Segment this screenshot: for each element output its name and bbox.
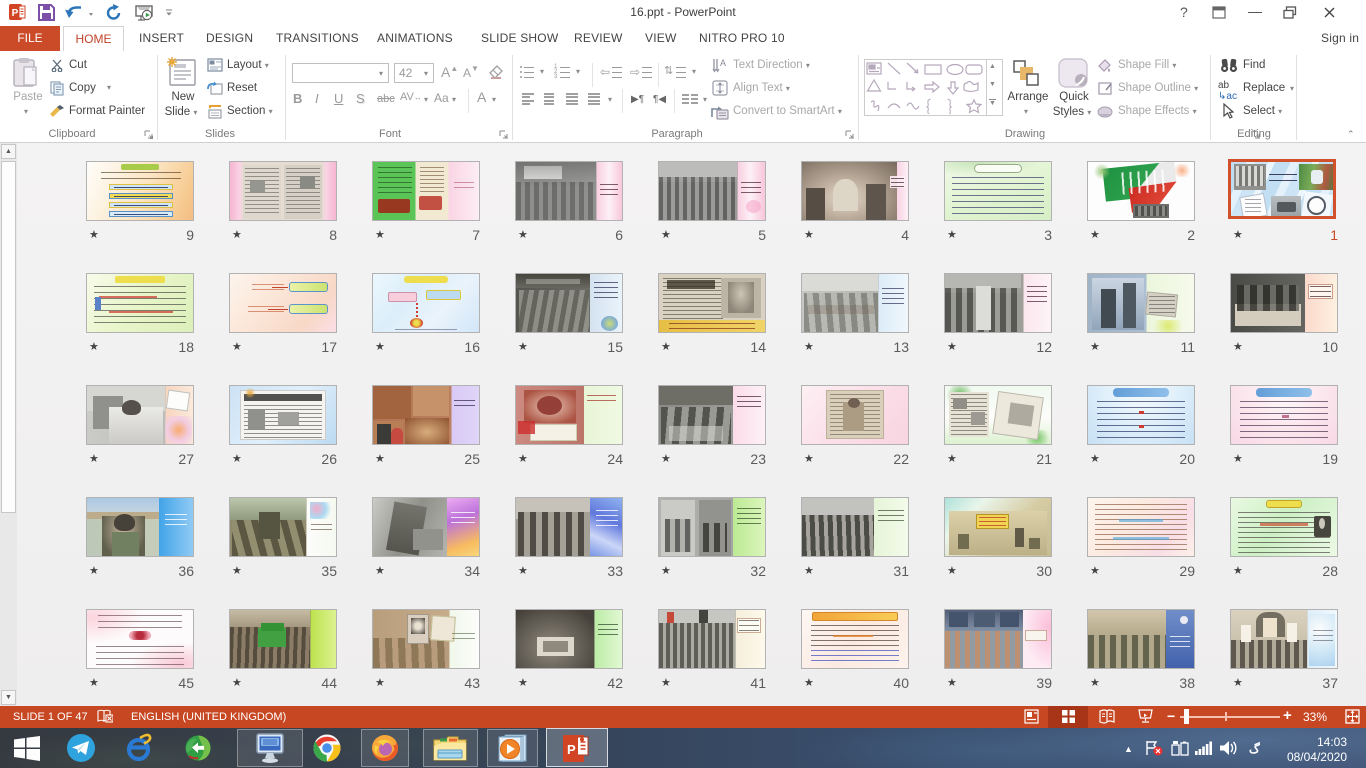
svg-text:P: P xyxy=(567,742,576,757)
svg-text:A: A xyxy=(720,58,726,68)
